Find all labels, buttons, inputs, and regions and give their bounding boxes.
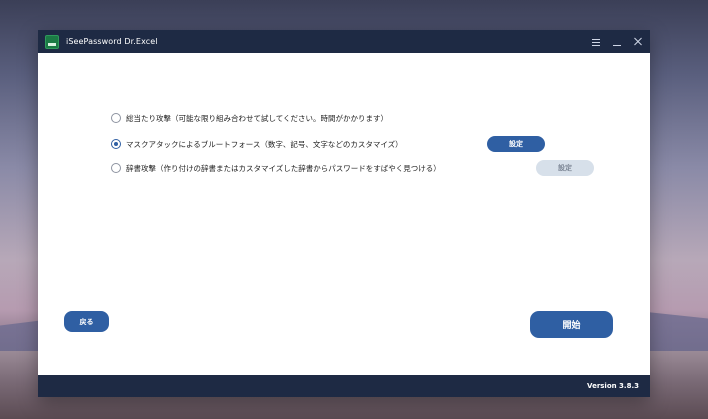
back-button[interactable]: 戻る [64, 311, 109, 332]
radio-brute-force[interactable] [111, 113, 121, 123]
close-icon[interactable] [632, 36, 644, 48]
start-button[interactable]: 開始 [530, 311, 613, 338]
radio-mask-attack[interactable] [111, 139, 121, 149]
footer-bar: Version 3.8.3 [38, 375, 650, 397]
mask-settings-button[interactable]: 設定 [487, 136, 545, 152]
option-dictionary-attack[interactable]: 辞書攻撃（作り付けの辞書またはカスタマイズした辞書からパスワードをすばやく見つけ… [111, 161, 441, 175]
option-mask-attack-label: マスクアタックによるブルートフォース（数字、記号、文字などのカスタマイズ） [126, 139, 403, 149]
option-brute-force[interactable]: 総当たり攻撃（可能な限り組み合わせて試してください。時間がかかります） [111, 111, 388, 125]
minimize-icon[interactable] [611, 36, 623, 48]
radio-dictionary-attack[interactable] [111, 163, 121, 173]
menu-icon[interactable] [590, 36, 602, 48]
option-dictionary-attack-label: 辞書攻撃（作り付けの辞書またはカスタマイズした辞書からパスワードをすばやく見つけ… [126, 163, 441, 173]
option-mask-attack[interactable]: マスクアタックによるブルートフォース（数字、記号、文字などのカスタマイズ） [111, 137, 403, 151]
app-title: iSeePassword Dr.Excel [66, 37, 158, 46]
version-label: Version 3.8.3 [587, 382, 639, 390]
dictionary-settings-button[interactable]: 設定 [536, 160, 594, 176]
window-controls [590, 30, 644, 53]
option-brute-force-label: 総当たり攻撃（可能な限り組み合わせて試してください。時間がかかります） [126, 113, 389, 123]
excel-app-icon [45, 34, 59, 49]
title-bar: iSeePassword Dr.Excel [38, 30, 650, 53]
app-window: iSeePassword Dr.Excel 総当たり攻撃（可能な限り組み合わせて… [38, 30, 650, 397]
